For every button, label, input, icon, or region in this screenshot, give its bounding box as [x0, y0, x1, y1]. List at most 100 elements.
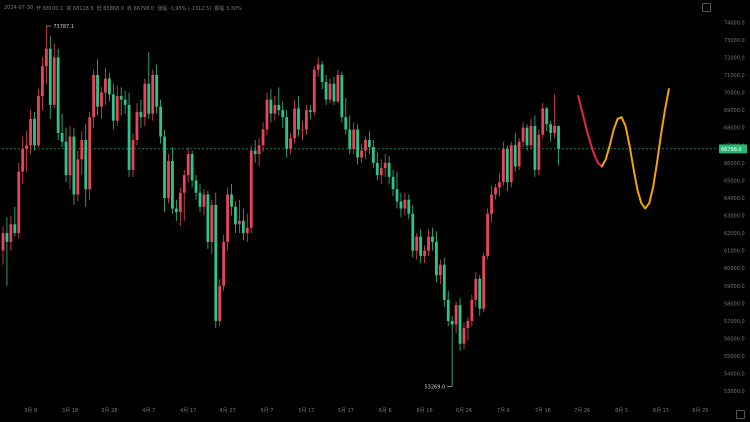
candle-body: [182, 175, 186, 193]
candle-body: [104, 78, 107, 93]
header-amplitude: 振幅 3.30%: [214, 5, 242, 12]
candle-body: [218, 285, 222, 321]
candle-body: [206, 194, 210, 242]
candle-body: [486, 213, 490, 256]
candle-body: [139, 111, 143, 118]
candle-body: [462, 327, 466, 344]
candle-body: [119, 96, 123, 100]
y-tick-label: 74000.0: [724, 20, 745, 26]
candle-body: [529, 125, 533, 146]
x-tick-label: 8月 25: [692, 408, 708, 414]
candle-body: [537, 134, 541, 170]
price-chart[interactable]: 53000.0 54000.0 55000.0 56000.0 57000.0 58000…: [0, 0, 750, 422]
candle-body: [76, 159, 80, 195]
candle-body: [553, 125, 556, 133]
candle-body: [435, 241, 438, 276]
candle-body: [293, 108, 296, 139]
candle-body: [265, 99, 269, 130]
candle-body: [29, 118, 32, 146]
candle-body: [458, 305, 462, 344]
candle-body: [431, 236, 434, 242]
x-tick-label: 5月 7: [261, 408, 274, 414]
candle-body: [423, 250, 426, 256]
candle-body: [210, 205, 214, 242]
header-open: 开 68100.1: [36, 5, 64, 12]
candle-body: [352, 129, 356, 149]
candle-body: [509, 145, 513, 183]
annotations: 73787.1 53269.0: [46, 24, 453, 390]
candle-body: [230, 194, 233, 207]
candle-body: [482, 255, 486, 309]
candle-body: [395, 189, 399, 202]
candle-body: [513, 145, 517, 167]
candle-body: [37, 96, 40, 146]
candle-body: [44, 48, 48, 67]
y-tick-label: 61000.0: [724, 249, 745, 255]
candle-body: [253, 150, 257, 155]
candle-body: [190, 154, 194, 181]
candle-body: [505, 148, 509, 183]
candle-body: [277, 104, 281, 111]
candle-body: [13, 224, 17, 234]
y-tick-label: 60000.0: [724, 266, 745, 272]
x-tick-label: 7月 26: [574, 408, 590, 414]
candle-body: [533, 125, 537, 170]
x-tick-label: 3月 28: [101, 408, 117, 414]
y-tick-label: 53000.0: [724, 389, 745, 395]
annotation-label: 53269.0: [424, 384, 445, 390]
candle-body: [135, 111, 139, 140]
x-tick-label: 4月 17: [180, 408, 196, 414]
candle-body: [241, 220, 245, 234]
candle-body: [387, 162, 391, 177]
candle-body: [48, 48, 52, 105]
candle-body: [245, 227, 249, 234]
candle-body: [127, 104, 131, 170]
candle-body: [111, 94, 115, 121]
candle-body: [525, 127, 529, 146]
last-price-tag-label: 66798.0: [721, 147, 742, 153]
candle-body: [123, 99, 127, 105]
y-tick-label: 72000.0: [724, 55, 745, 61]
candle-body: [273, 104, 277, 114]
y-tick-label: 66000.0: [724, 161, 745, 167]
candle-body: [33, 118, 36, 146]
candle-body: [147, 83, 151, 114]
candle-body: [107, 78, 111, 95]
candle-body: [324, 82, 328, 100]
candle-body: [186, 154, 190, 176]
candle-body: [371, 147, 375, 163]
y-tick-label: 62000.0: [724, 231, 745, 237]
settings-icon[interactable]: [736, 410, 745, 419]
candle-body: [316, 64, 320, 70]
candle-body: [446, 299, 450, 321]
candle-body: [64, 141, 68, 176]
y-tick-label: 54000.0: [724, 372, 745, 378]
candle-body: [155, 75, 159, 107]
candle-body: [92, 75, 96, 118]
candle-body: [178, 192, 182, 213]
candle-body: [478, 278, 482, 309]
y-tick-label: 69000.0: [724, 108, 745, 114]
candle-body: [336, 75, 340, 102]
chart-root: 53000.0 54000.0 55000.0 56000.0 57000.0 58000…: [0, 0, 750, 422]
header-date: 2024-07-30: [4, 5, 34, 11]
candle-body: [261, 129, 265, 146]
y-tick-label: 57000.0: [724, 319, 745, 325]
fullscreen-icon[interactable]: [702, 3, 711, 12]
candle-body: [198, 192, 202, 207]
candle-body: [340, 75, 344, 118]
candle-body: [25, 145, 29, 149]
x-tick-label: 5月 27: [338, 408, 354, 414]
x-tick-label: 4月 27: [220, 408, 236, 414]
candle-body: [257, 145, 261, 155]
candle-body: [364, 140, 367, 151]
candle-body: [470, 299, 474, 321]
candle-body: [80, 140, 84, 160]
candle-body: [427, 236, 430, 251]
candle-body: [68, 136, 72, 176]
y-tick-label: 65000.0: [724, 178, 745, 184]
candle-body: [226, 194, 229, 242]
candle-body: [312, 69, 316, 112]
candle-body: [143, 83, 147, 118]
x-tick-label: 5月 17: [298, 408, 314, 414]
